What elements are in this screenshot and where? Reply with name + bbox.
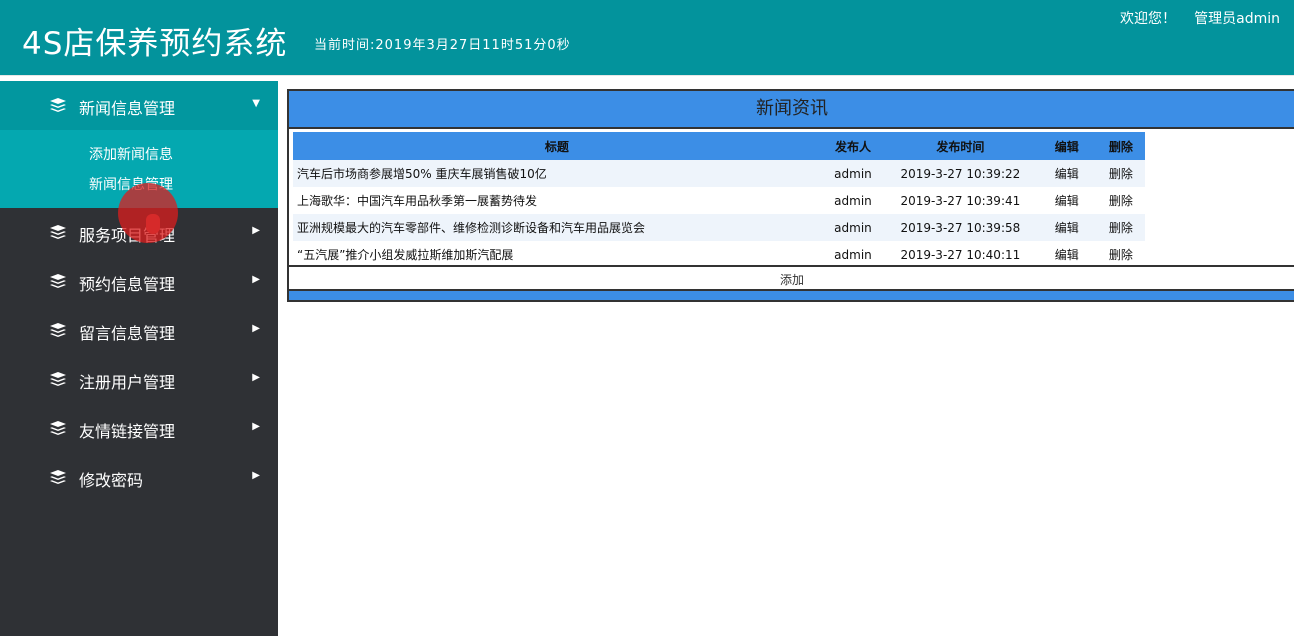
delete-link[interactable]: 删除 [1109, 221, 1133, 235]
delete-link[interactable]: 删除 [1109, 167, 1133, 181]
column-header-edit: 编辑 [1036, 132, 1097, 160]
column-header-title: 标题 [293, 132, 822, 160]
caret-right-icon: ▶ [252, 470, 260, 481]
edit-link[interactable]: 编辑 [1055, 194, 1079, 208]
nav-booking-management[interactable]: 预约信息管理 ▶ [0, 257, 278, 306]
edit-link[interactable]: 编辑 [1055, 248, 1079, 262]
table-header-row: 标题 发布人 发布时间 编辑 删除 [293, 132, 1145, 160]
nav-label: 友情链接管理 [79, 422, 176, 441]
nav-label: 新闻信息管理 [79, 99, 176, 118]
nav-label: 预约信息管理 [79, 275, 176, 294]
add-news-link[interactable]: 添加 [780, 273, 804, 287]
nav-label: 留言信息管理 [79, 324, 176, 343]
nav-label: 修改密码 [79, 471, 144, 490]
delete-link[interactable]: 删除 [1109, 248, 1133, 262]
edit-link[interactable]: 编辑 [1055, 167, 1079, 181]
welcome-text: 欢迎您！ [1120, 11, 1176, 27]
table-row: 上海歌华：中国汽车用品秋季第一展蓄势待发 admin 2019-3-27 10:… [293, 187, 1145, 214]
news-time: 2019-3-27 10:40:11 [884, 241, 1037, 268]
column-header-delete: 删除 [1096, 132, 1145, 160]
news-time: 2019-3-27 10:39:22 [884, 160, 1037, 187]
news-title: 上海歌华：中国汽车用品秋季第一展蓄势待发 [293, 187, 822, 214]
nav-label: 注册用户管理 [79, 373, 176, 392]
admin-user-label[interactable]: 管理员admin [1194, 8, 1280, 28]
news-author: admin [821, 187, 885, 214]
panel-title: 新闻资讯 [289, 91, 1294, 129]
delete-link[interactable]: 删除 [1109, 194, 1133, 208]
layers-icon [50, 98, 66, 112]
news-table: 标题 发布人 发布时间 编辑 删除 汽车后市场商参展增50% 重庆车展销售破10… [293, 132, 1145, 268]
table-row: 亚洲规模最大的汽车零部件、维修检测诊断设备和汽车用品展览会 admin 2019… [293, 214, 1145, 241]
sidebar: 新闻信息管理 ▼ 添加新闻信息 新闻信息管理 服务项目管理 ▶ 预约信息管理 ▶… [0, 81, 278, 636]
caret-right-icon: ▶ [252, 274, 260, 285]
nav-group-booking: 预约信息管理 ▶ [0, 257, 278, 306]
news-author: admin [821, 241, 885, 268]
nav-group-message: 留言信息管理 ▶ [0, 306, 278, 355]
column-header-time: 发布时间 [884, 132, 1037, 160]
table-row: “五汽展”推介小组发威拉斯维加斯汽配展 admin 2019-3-27 10:4… [293, 241, 1145, 268]
nav-user-management[interactable]: 注册用户管理 ▶ [0, 355, 278, 404]
nav-link-management[interactable]: 友情链接管理 ▶ [0, 404, 278, 453]
nav-group-news: 新闻信息管理 ▼ 添加新闻信息 新闻信息管理 [0, 81, 278, 208]
panel-footer-bar [289, 289, 1294, 300]
caret-right-icon: ▶ [252, 323, 260, 334]
nav-news-management[interactable]: 新闻信息管理 ▼ [0, 81, 278, 130]
nav-group-service: 服务项目管理 ▶ [0, 208, 278, 257]
nav-group-links: 友情链接管理 ▶ [0, 404, 278, 453]
submenu-add-news[interactable]: 添加新闻信息 [0, 140, 278, 170]
news-time: 2019-3-27 10:39:58 [884, 214, 1037, 241]
submenu-news-management[interactable]: 新闻信息管理 [0, 170, 278, 200]
nav-change-password[interactable]: 修改密码 ▶ [0, 453, 278, 502]
app-title: 4S店保养预约系统 [22, 26, 288, 62]
layers-icon [50, 323, 66, 337]
news-title: 亚洲规模最大的汽车零部件、维修检测诊断设备和汽车用品展览会 [293, 214, 822, 241]
news-submenu: 添加新闻信息 新闻信息管理 [0, 130, 278, 208]
layers-icon [50, 225, 66, 239]
caret-down-icon: ▼ [252, 98, 260, 109]
news-title: 汽车后市场商参展增50% 重庆车展销售破10亿 [293, 160, 822, 187]
caret-right-icon: ▶ [252, 421, 260, 432]
news-panel: 新闻资讯 标题 发布人 发布时间 编辑 删除 汽车后市场商参展增50% 重庆车展… [287, 89, 1294, 302]
nav-group-users: 注册用户管理 ▶ [0, 355, 278, 404]
table-row: 汽车后市场商参展增50% 重庆车展销售破10亿 admin 2019-3-27 … [293, 160, 1145, 187]
layers-icon [50, 372, 66, 386]
nav-group-password: 修改密码 ▶ [0, 453, 278, 502]
edit-link[interactable]: 编辑 [1055, 221, 1079, 235]
top-header: 4S店保养预约系统 当前时间:2019年3月27日11时51分0秒 欢迎您！ 管… [0, 0, 1294, 76]
news-time: 2019-3-27 10:39:41 [884, 187, 1037, 214]
nav-label: 服务项目管理 [79, 226, 176, 245]
layers-icon [50, 470, 66, 484]
news-author: admin [821, 160, 885, 187]
layers-icon [50, 274, 66, 288]
current-time: 当前时间:2019年3月27日11时51分0秒 [314, 38, 571, 53]
nav-service-management[interactable]: 服务项目管理 ▶ [0, 208, 278, 257]
news-author: admin [821, 214, 885, 241]
layers-icon [50, 421, 66, 435]
caret-right-icon: ▶ [252, 225, 260, 236]
caret-right-icon: ▶ [252, 372, 260, 383]
nav-message-management[interactable]: 留言信息管理 ▶ [0, 306, 278, 355]
news-title: “五汽展”推介小组发威拉斯维加斯汽配展 [293, 241, 822, 268]
column-header-author: 发布人 [821, 132, 885, 160]
